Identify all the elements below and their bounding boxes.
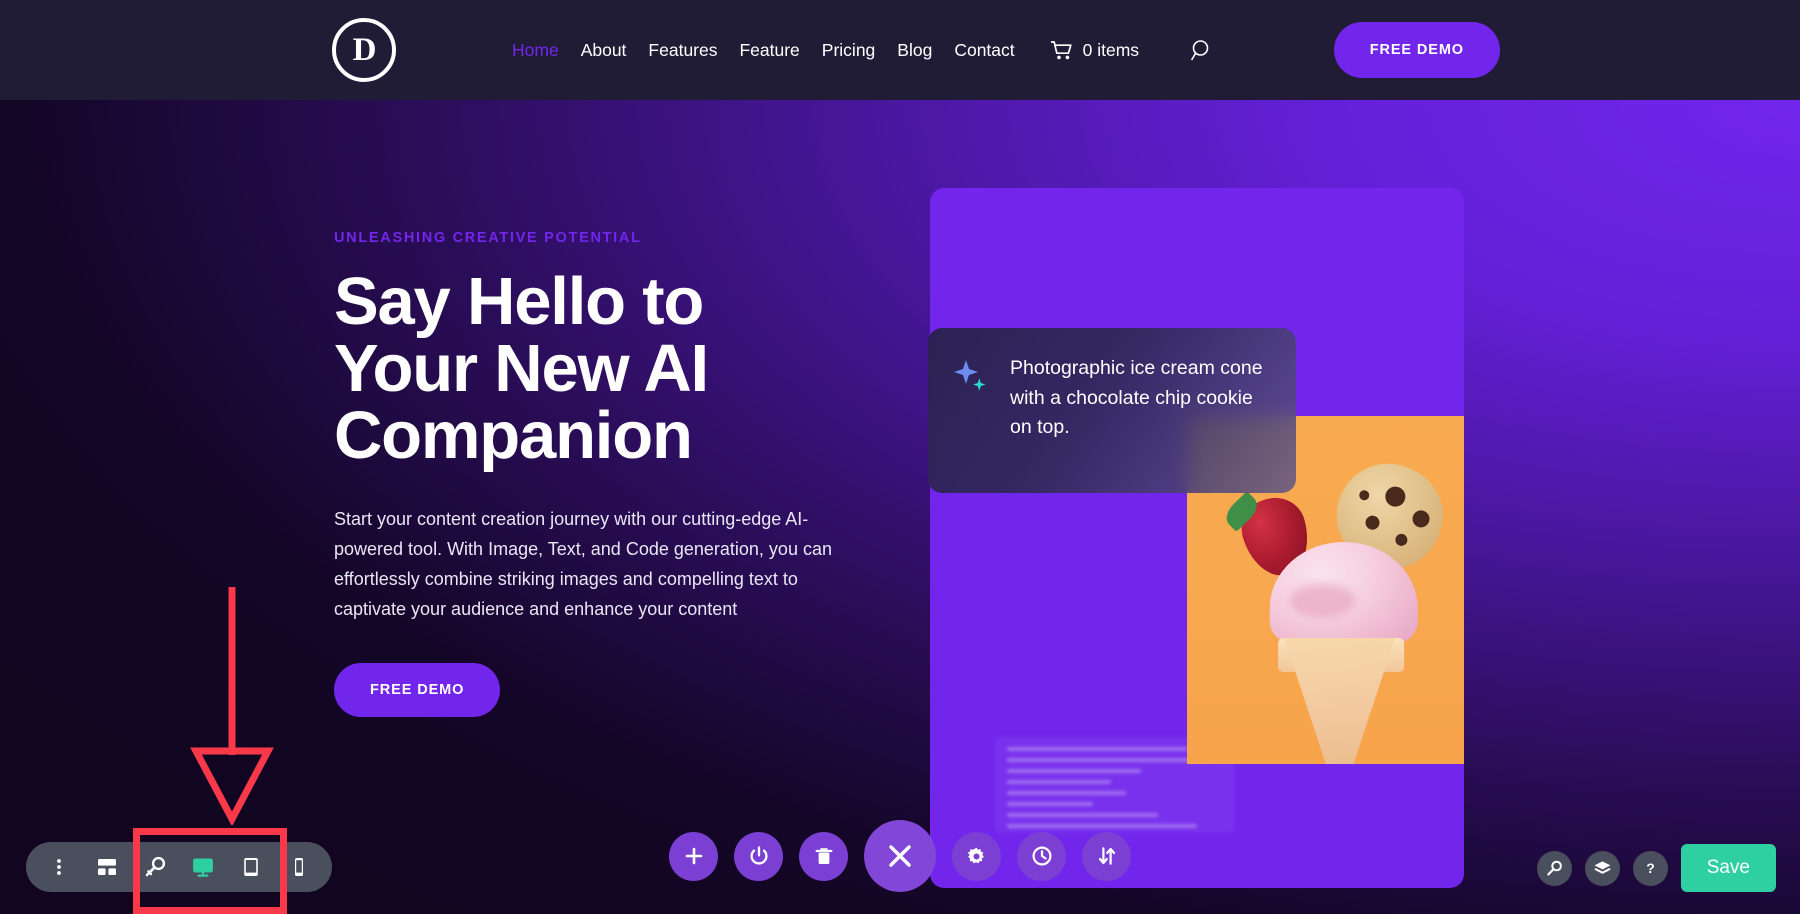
hero-eyebrow: UNLEASHING CREATIVE POTENTIAL — [334, 230, 642, 246]
history-clock-icon[interactable] — [1017, 831, 1066, 881]
app-screenshot: D Home About Features Feature Pricing Bl… — [0, 0, 1800, 914]
hero-title-line-2: Your New AI — [334, 331, 709, 406]
close-builder-icon[interactable] — [864, 820, 936, 892]
hero-free-demo-button[interactable]: FREE DEMO — [334, 662, 501, 717]
hero-section: UNLEASHING CREATIVE POTENTIAL Say Hello … — [0, 100, 1800, 914]
ai-prompt-text: Photographic ice cream cone with a choco… — [1010, 357, 1263, 439]
navbar-free-demo-button[interactable]: FREE DEMO — [1333, 22, 1500, 78]
primary-navigation: Home About Features Feature Pricing Blog… — [512, 39, 1213, 61]
desktop-view-icon[interactable] — [182, 846, 224, 888]
builder-left-toolbar — [26, 842, 332, 892]
hero-title: Say Hello to Your New AI Companion — [334, 268, 854, 469]
search-icon — [1191, 39, 1213, 61]
trash-icon[interactable] — [799, 831, 848, 881]
hero-description: Start your content creation journey with… — [334, 509, 832, 619]
shopping-cart-icon — [1050, 40, 1073, 60]
save-button[interactable]: Save — [1680, 844, 1776, 892]
site-navbar: D Home About Features Feature Pricing Bl… — [0, 0, 1800, 100]
tablet-view-icon[interactable] — [230, 846, 272, 888]
builder-center-toolbar — [669, 820, 1131, 892]
zoom-out-view-icon[interactable] — [134, 846, 176, 888]
svg-text:?: ? — [1646, 860, 1655, 876]
ai-sparkle-icon — [952, 358, 992, 398]
nav-search-button[interactable] — [1191, 39, 1213, 61]
hero-text-column: UNLEASHING CREATIVE POTENTIAL Say Hello … — [334, 230, 854, 717]
power-toggle-icon[interactable] — [734, 831, 783, 881]
nav-link-features[interactable]: Features — [648, 40, 717, 61]
hero-title-line-1: Say Hello to — [334, 264, 704, 339]
divi-logo-letter: D — [352, 31, 377, 68]
nav-link-contact[interactable]: Contact — [954, 40, 1014, 61]
settings-gear-icon[interactable] — [952, 831, 1001, 881]
phone-view-icon[interactable] — [278, 846, 320, 888]
builder-right-toolbar: ? Save — [1536, 844, 1776, 892]
nav-link-pricing[interactable]: Pricing — [822, 40, 876, 61]
responsive-sort-icon[interactable] — [1082, 831, 1131, 881]
hero-showcase-card — [930, 188, 1464, 888]
waffle-cone — [1284, 638, 1396, 764]
nav-link-about[interactable]: About — [581, 40, 627, 61]
wireframe-view-icon[interactable] — [86, 846, 128, 888]
nav-link-blog[interactable]: Blog — [897, 40, 932, 61]
help-icon[interactable]: ? — [1632, 850, 1668, 886]
hero-title-line-3: Companion — [334, 398, 693, 473]
ai-prompt-card: Photographic ice cream cone with a choco… — [928, 328, 1296, 493]
add-section-icon[interactable] — [669, 831, 718, 881]
nav-link-home[interactable]: Home — [512, 40, 559, 61]
more-options-icon[interactable] — [38, 846, 80, 888]
divi-logo[interactable]: D — [332, 18, 396, 82]
nav-link-feature[interactable]: Feature — [739, 40, 799, 61]
search-icon[interactable] — [1536, 850, 1572, 886]
layers-icon[interactable] — [1584, 850, 1620, 886]
cart-link[interactable]: 0 items — [1050, 39, 1140, 61]
cart-item-count: 0 items — [1082, 39, 1140, 60]
